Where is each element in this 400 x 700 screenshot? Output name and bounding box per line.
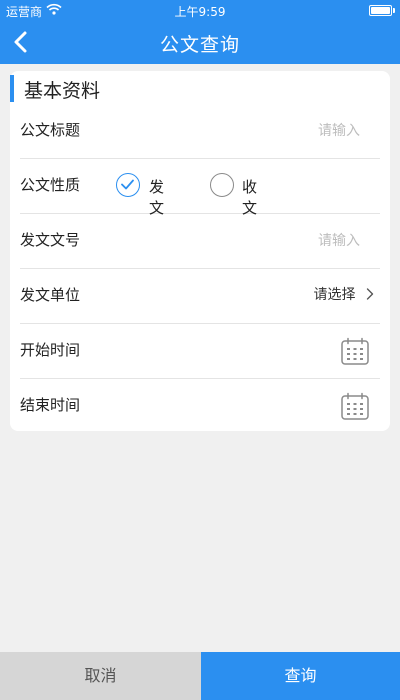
query-button[interactable]: 查询: [201, 652, 400, 700]
start-time-field-label: 开始时间: [20, 341, 81, 359]
end-time-field-row[interactable]: 结束时间: [20, 379, 380, 433]
calendar-icon[interactable]: [340, 391, 370, 421]
nature-field-label: 公文性质: [20, 176, 81, 194]
issuer-field-label: 发文单位: [20, 286, 81, 304]
start-time-field-row[interactable]: 开始时间: [20, 324, 380, 379]
doc-number-field-label: 发文文号: [20, 231, 81, 249]
issuer-select-value: 请选择: [313, 287, 356, 303]
issuer-field-row[interactable]: 发文单位 请选择: [20, 269, 380, 324]
status-time: 上午9:59: [174, 5, 226, 19]
check-icon: [121, 179, 134, 190]
basic-info-card: 基本资料 公文标题 请输入 公文性质 发文 收文 发文文号 请输入 发文单位 请…: [10, 71, 390, 431]
end-time-field-label: 结束时间: [20, 396, 81, 414]
calendar-icon[interactable]: [340, 336, 370, 366]
status-bar: 运营商 上午9:59: [0, 0, 400, 20]
doc-number-field-row[interactable]: 发文文号 请输入: [20, 214, 380, 269]
section-title: 基本资料: [24, 80, 101, 102]
page-title: 公文查询: [159, 34, 240, 56]
radio-incoming[interactable]: [210, 173, 234, 197]
radio-outgoing[interactable]: [116, 173, 140, 197]
title-field-row[interactable]: 公文标题 请输入: [20, 104, 380, 159]
title-field-label: 公文标题: [20, 121, 81, 139]
cancel-button[interactable]: 取消: [0, 652, 201, 700]
section-header: 基本资料: [10, 71, 390, 107]
nature-field-row: 公文性质 发文 收文: [20, 159, 380, 217]
chevron-right-icon: [366, 287, 374, 303]
radio-incoming-label[interactable]: 收文: [242, 176, 257, 218]
section-accent-bar: [10, 75, 14, 102]
doc-number-input[interactable]: 请输入: [318, 230, 360, 250]
battery-icon: [369, 5, 395, 16]
title-input[interactable]: 请输入: [318, 120, 360, 140]
issuer-select[interactable]: 请选择: [314, 284, 374, 304]
bottom-action-bar: 取消 查询: [0, 652, 400, 700]
radio-outgoing-label[interactable]: 发文: [149, 176, 164, 218]
nav-bar: 公文查询: [0, 20, 400, 64]
